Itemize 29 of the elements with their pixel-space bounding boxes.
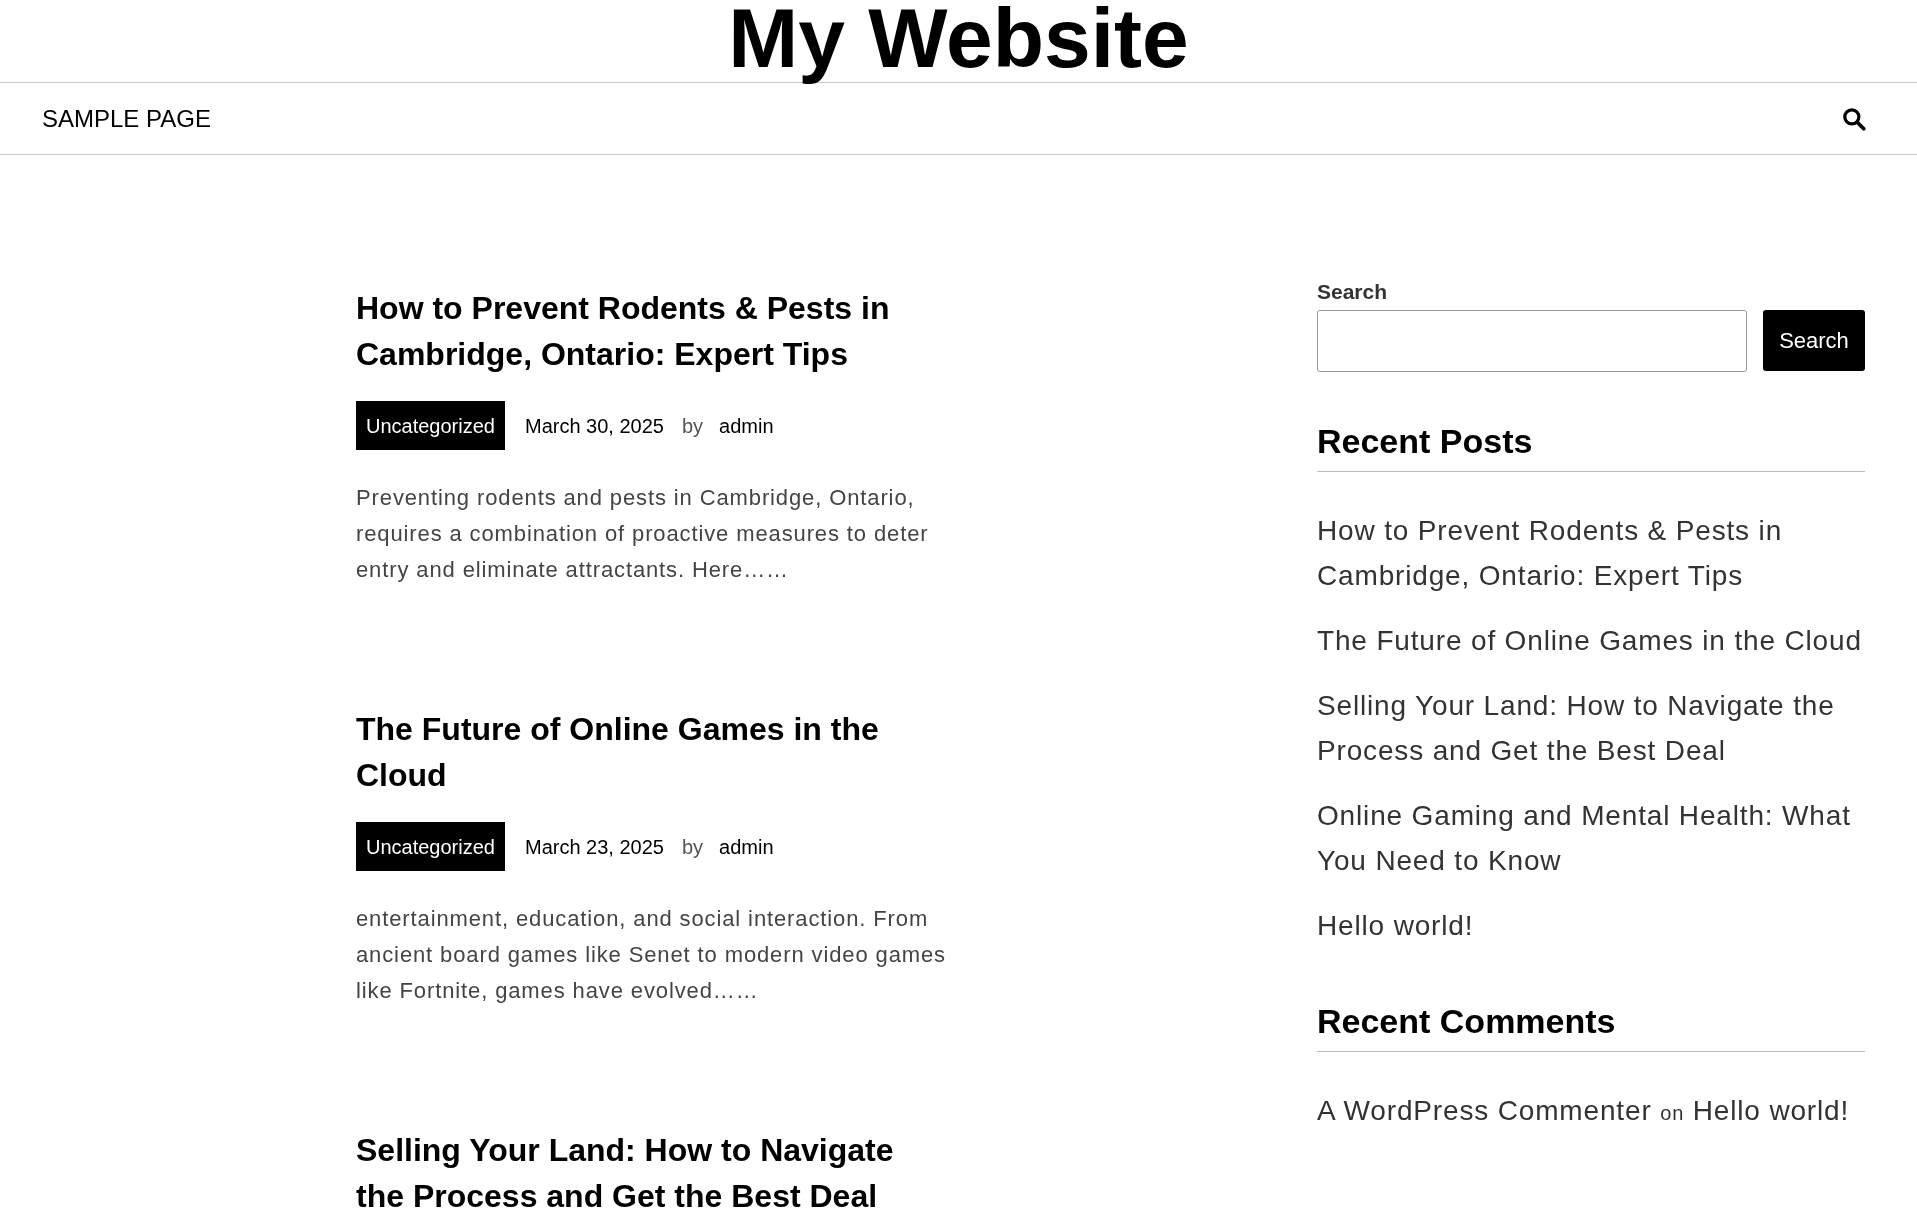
- search-icon[interactable]: [1841, 105, 1867, 132]
- category-tag[interactable]: Uncategorized: [356, 401, 505, 450]
- recent-comment: A WordPress Commenter on Hello world!: [1317, 1094, 1851, 1128]
- byline-text: by: [681, 834, 704, 860]
- comment-post-link[interactable]: Hello world!: [1692, 1095, 1850, 1126]
- recent-post-link[interactable]: How to Prevent Rodents & Pests in Cambridge, Ontario: Expert Tips: [1317, 508, 1865, 598]
- comment-author-link[interactable]: A WordPress Commenter: [1317, 1095, 1652, 1126]
- post-title[interactable]: Selling Your Land: How to Navigate the Process and Get the Best Deal: [356, 1127, 946, 1219]
- byline-text: by: [681, 413, 704, 439]
- search-field[interactable]: [1317, 310, 1747, 372]
- post-title[interactable]: The Future of Online Games in the Cloud: [356, 706, 946, 798]
- post-excerpt: Preventing rodents and pests in Cambridge, Ontario, requires a combination of proactive measures to deter entry and eliminate attractants. Here……: [356, 484, 930, 584]
- search-label: Search: [1317, 281, 1389, 302]
- author-link[interactable]: admin: [719, 831, 774, 862]
- post-excerpt: entertainment, education, and social interaction. From ancient board games like Senet to modern video games like Fortnite, games have evolved……: [356, 905, 947, 1005]
- recent-post-link[interactable]: The Future of Online Games in the Cloud: [1317, 618, 1865, 663]
- category-tag[interactable]: Uncategorized: [356, 822, 505, 871]
- site-title[interactable]: My Website: [728, 0, 1189, 82]
- author-link[interactable]: admin: [719, 410, 774, 441]
- widget-heading: Recent Posts: [1317, 416, 1865, 472]
- recent-post-link[interactable]: Online Gaming and Mental Health: What You Need to Know: [1317, 793, 1865, 883]
- nav-link[interactable]: SAMPLE PAGE: [42, 100, 211, 137]
- post-date[interactable]: March 23, 2025: [524, 831, 664, 862]
- post-title[interactable]: How to Prevent Rodents & Pests in Cambridge, Ontario: Expert Tips: [356, 285, 946, 377]
- post-date[interactable]: March 30, 2025: [524, 410, 664, 441]
- search-button[interactable]: Search: [1763, 310, 1865, 371]
- widget-heading: Recent Comments: [1317, 996, 1865, 1052]
- recent-post-link[interactable]: Selling Your Land: How to Navigate the Process and Get the Best Deal: [1317, 683, 1865, 773]
- recent-post-link[interactable]: Hello world!: [1317, 903, 1865, 948]
